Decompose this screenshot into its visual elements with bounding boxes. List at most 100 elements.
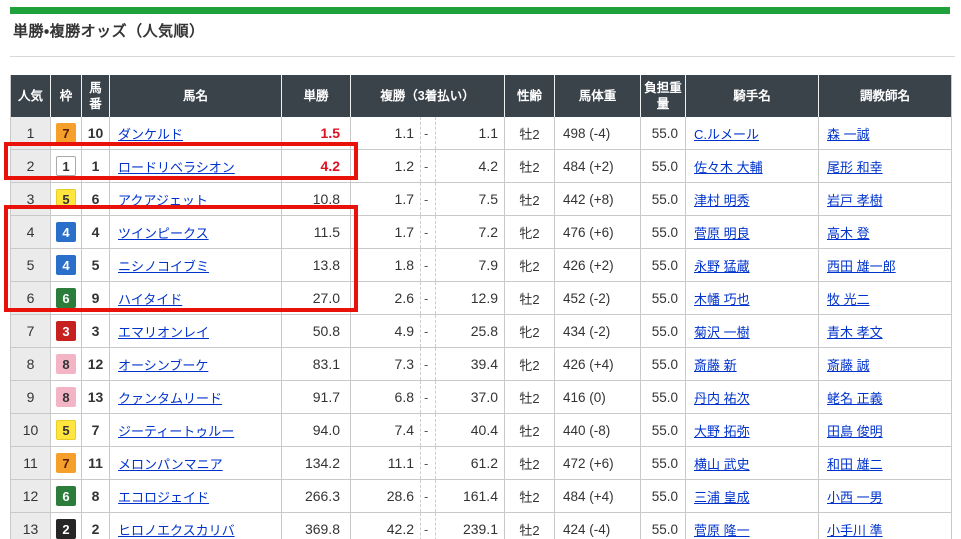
horse-name-cell: ツインピークス: [110, 216, 282, 249]
popularity-rank: 11: [23, 455, 38, 471]
horse-name-link[interactable]: ダンケルド: [118, 127, 183, 142]
trainer-name-link[interactable]: 西田 雄一郎: [827, 259, 896, 274]
place-odds-low: 1.2: [351, 158, 420, 174]
jockey-name-link[interactable]: 丹内 祐次: [694, 391, 750, 406]
popularity-rank: 13: [23, 521, 39, 537]
trainer-cell: 斎藤 誠: [819, 348, 951, 381]
place-odds-low: 1.7: [351, 224, 420, 240]
place-odds-range: 1.8 - 7.9: [351, 249, 504, 281]
table-row: 11 7 11 メロンパンマニア 134.2 11.1 - 61.2 牡2 47…: [11, 447, 951, 480]
trainer-name-link[interactable]: 和田 雄二: [827, 457, 883, 472]
frame-cell: 2: [51, 513, 82, 539]
place-odds-cell: 28.6 - 161.4: [351, 480, 505, 513]
jockey-name-link[interactable]: 斎藤 新: [694, 358, 737, 373]
trainer-name-link[interactable]: 高木 登: [827, 226, 870, 241]
jockey-name-link[interactable]: C.ルメール: [694, 127, 759, 142]
trainer-name-link[interactable]: 田島 俊明: [827, 424, 883, 439]
place-odds-high: 25.8: [436, 323, 504, 339]
place-odds-high: 37.0: [436, 389, 504, 405]
jockey-name-link[interactable]: 三浦 皇成: [694, 490, 750, 505]
horse-number: 13: [88, 389, 104, 405]
horse-number-cell: 12: [82, 348, 110, 381]
horse-name-link[interactable]: ヒロノエクスカリバ: [118, 523, 235, 538]
horse-number-cell: 9: [82, 282, 110, 315]
horse-weight-cell: 452 (-2): [555, 282, 641, 315]
horse-number-cell: 11: [82, 447, 110, 480]
trainer-name-link[interactable]: 小西 一男: [827, 490, 883, 505]
place-odds-high: 12.9: [436, 290, 504, 306]
table-row: 13 2 2 ヒロノエクスカリバ 369.8 42.2 - 239.1 牡2 4…: [11, 513, 951, 539]
jockey-name-link[interactable]: 木幡 巧也: [694, 292, 750, 307]
trainer-cell: 尾形 和幸: [819, 150, 951, 183]
win-odds-cell: 13.8: [282, 249, 351, 282]
trainer-name-link[interactable]: 斎藤 誠: [827, 358, 870, 373]
load-weight-cell: 55.0: [641, 150, 686, 183]
place-odds-range: 7.4 - 40.4: [351, 414, 504, 446]
jockey-name-link[interactable]: 横山 武史: [694, 457, 750, 472]
frame-number-badge: 8: [56, 387, 76, 407]
trainer-name-link[interactable]: 岩戸 孝樹: [827, 193, 883, 208]
place-odds-cell: 1.8 - 7.9: [351, 249, 505, 282]
sex-age-cell: 牡2: [505, 117, 555, 150]
win-odds-value: 83.1: [313, 356, 340, 372]
frame-cell: 7: [51, 117, 82, 150]
trainer-name-link[interactable]: 森 一誠: [827, 127, 870, 142]
horse-name-cell: メロンパンマニア: [110, 447, 282, 480]
horse-name-link[interactable]: エコロジェイド: [118, 490, 209, 505]
popularity-rank-cell: 11: [11, 447, 51, 480]
jockey-cell: 大野 拓弥: [686, 414, 819, 447]
horse-number-cell: 7: [82, 414, 110, 447]
jockey-name-link[interactable]: 永野 猛蔵: [694, 259, 750, 274]
trainer-cell: 牧 光二: [819, 282, 951, 315]
trainer-name-link[interactable]: 蛯名 正義: [827, 391, 883, 406]
jockey-name-link[interactable]: 津村 明秀: [694, 193, 750, 208]
odds-table-header-row: 人気枠馬番馬名単勝複勝（3着払い）性齢馬体重負担重量騎手名調教師名: [11, 75, 951, 117]
jockey-name-link[interactable]: 大野 拓弥: [694, 424, 750, 439]
place-odds-low: 1.7: [351, 191, 420, 207]
trainer-name-link[interactable]: 尾形 和幸: [827, 160, 883, 175]
place-odds-cell: 2.6 - 12.9: [351, 282, 505, 315]
jockey-name-link[interactable]: 菅原 明良: [694, 226, 750, 241]
horse-name-link[interactable]: ロードリベラシオン: [118, 160, 235, 175]
jockey-cell: 菅原 明良: [686, 216, 819, 249]
sex-age-cell: 牝2: [505, 216, 555, 249]
popularity-rank-cell: 10: [11, 414, 51, 447]
jockey-name-link[interactable]: 菅原 隆一: [694, 523, 750, 538]
horse-name-link[interactable]: ニシノコイブミ: [118, 259, 209, 274]
horse-name-link[interactable]: エマリオンレイ: [118, 325, 209, 340]
horse-name-link[interactable]: ハイタイド: [118, 292, 182, 307]
horse-name-link[interactable]: クァンタムリード: [118, 391, 222, 406]
horse-number: 4: [92, 224, 100, 240]
jockey-name-link[interactable]: 佐々木 大輔: [694, 160, 763, 175]
place-odds-range: 11.1 - 61.2: [351, 447, 504, 479]
trainer-name-link[interactable]: 小手川 準: [827, 523, 883, 538]
trainer-cell: 青木 孝文: [819, 315, 951, 348]
column-header-waku: 枠: [51, 75, 82, 117]
place-odds-high: 4.2: [436, 158, 504, 174]
popularity-rank: 5: [27, 257, 35, 273]
horse-name-link[interactable]: オーシンブーケ: [118, 358, 208, 373]
place-odds-cell: 1.7 - 7.2: [351, 216, 505, 249]
frame-cell: 8: [51, 348, 82, 381]
place-odds-cell: 1.1 - 1.1: [351, 117, 505, 150]
horse-name-link[interactable]: ジーティートゥルー: [118, 424, 234, 439]
horse-name-link[interactable]: メロンパンマニア: [118, 457, 223, 472]
place-odds-low: 42.2: [351, 521, 420, 537]
frame-number-badge: 6: [56, 486, 76, 506]
table-row: 5 4 5 ニシノコイブミ 13.8 1.8 - 7.9 牝2 426 (+2)…: [11, 249, 951, 282]
horse-weight-cell: 472 (+6): [555, 447, 641, 480]
horse-name-link[interactable]: ツインピークス: [118, 226, 209, 241]
sex-age-cell: 牡2: [505, 513, 555, 539]
horse-name-link[interactable]: アクアジェット: [118, 193, 208, 208]
jockey-cell: 津村 明秀: [686, 183, 819, 216]
trainer-name-link[interactable]: 青木 孝文: [827, 325, 883, 340]
popularity-rank: 6: [27, 290, 35, 306]
win-odds-cell: 91.7: [282, 381, 351, 414]
jockey-name-link[interactable]: 菊沢 一樹: [694, 325, 750, 340]
place-odds-range: 1.2 - 4.2: [351, 150, 504, 182]
popularity-rank-cell: 4: [11, 216, 51, 249]
horse-weight-cell: 498 (-4): [555, 117, 641, 150]
trainer-name-link[interactable]: 牧 光二: [827, 292, 870, 307]
win-odds-value: 134.2: [305, 455, 340, 471]
frame-cell: 3: [51, 315, 82, 348]
